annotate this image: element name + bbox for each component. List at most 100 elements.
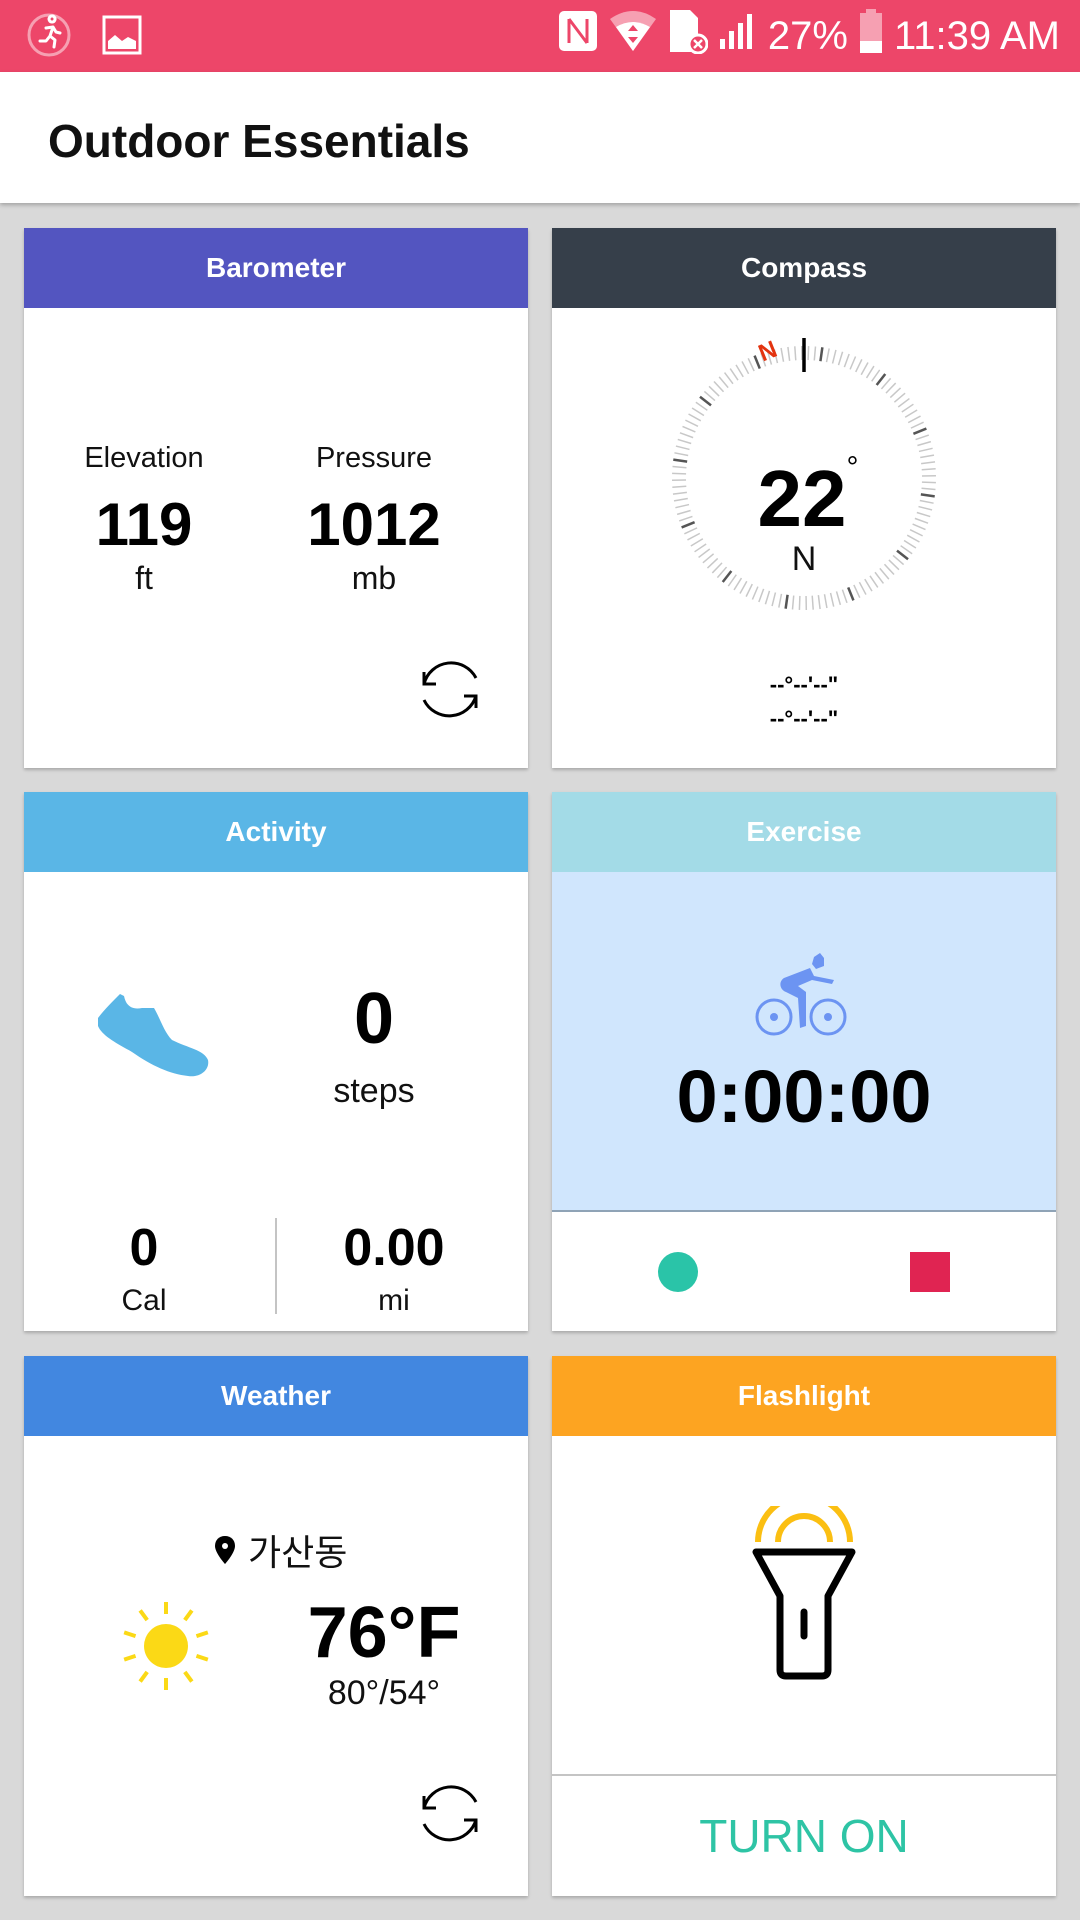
calories-unit: Cal	[121, 1284, 167, 1317]
turn-on-button[interactable]: TURN ON	[552, 1776, 1056, 1896]
compass-tick	[687, 532, 701, 541]
compass-tick	[900, 545, 913, 555]
flashlight-card[interactable]: Flashlight TURN ON	[552, 1356, 1056, 1896]
compass-tick	[858, 581, 867, 595]
refresh-icon	[422, 1785, 478, 1842]
pressure-value: 1012	[307, 491, 441, 558]
gallery-image-icon	[102, 15, 142, 60]
compass-tick	[733, 577, 743, 591]
compass-tick	[918, 505, 933, 511]
compass-tick	[675, 503, 690, 509]
running-activity-icon	[26, 12, 72, 63]
location-pin-icon	[215, 1536, 235, 1564]
compass-tick	[684, 527, 698, 535]
current-temperature: 76°F	[307, 1593, 461, 1673]
flashlight-icon	[752, 1493, 856, 1691]
barometer-refresh-button[interactable]	[418, 656, 482, 720]
weather-refresh-button[interactable]	[418, 1780, 482, 1844]
app-title: Outdoor Essentials	[48, 115, 470, 167]
weather-location[interactable]: 가산동	[214, 1524, 347, 1576]
compass-tick	[672, 465, 687, 469]
compass-tick	[718, 376, 729, 389]
battery-icon	[858, 8, 884, 64]
compass-tick	[847, 586, 855, 601]
start-button[interactable]	[658, 1252, 698, 1292]
compass-tick	[883, 563, 895, 576]
compass-tick	[739, 580, 748, 594]
compass-tick	[727, 574, 737, 587]
compass-tick	[691, 407, 705, 417]
sun-icon	[123, 1602, 209, 1690]
stop-button[interactable]	[910, 1252, 950, 1292]
sun-ray	[138, 1609, 149, 1622]
compass-tick	[679, 432, 694, 439]
compass-tick	[918, 447, 933, 453]
sun-ray	[183, 1670, 194, 1683]
latitude: --°--'--"	[769, 672, 839, 697]
compass-tick	[914, 517, 929, 524]
app-bar: Outdoor Essentials	[0, 72, 1080, 203]
sun-ray	[138, 1670, 149, 1683]
compass-tick	[912, 523, 926, 531]
compass-tick	[871, 369, 881, 382]
compass-tick	[690, 538, 704, 547]
elevation-value: 119	[95, 491, 193, 558]
compass-tick	[921, 487, 936, 491]
activity-header: Activity	[24, 792, 528, 872]
compass-tick	[764, 590, 771, 605]
compass-tick	[841, 589, 848, 604]
weather-card[interactable]: Weather 가산동 76°F 80°/54°	[24, 1356, 528, 1896]
compass-tick	[711, 562, 723, 574]
compass-tick	[892, 554, 905, 566]
compass-tick	[787, 346, 791, 361]
compass-tick	[885, 382, 897, 394]
compass-tick	[855, 359, 863, 373]
steps-unit: steps	[333, 1072, 415, 1110]
compass-card[interactable]: Compass N 22 ° N --°--'--" --°--'--"	[552, 228, 1056, 768]
weather-header: Weather	[24, 1356, 528, 1436]
shoe-icon	[92, 992, 212, 1087]
calories-value: 0	[129, 1219, 159, 1277]
compass-tick	[741, 361, 750, 375]
activity-card[interactable]: Activity 0 steps 0 Cal 0.00 mi	[24, 792, 528, 1331]
exercise-card[interactable]: Exercise 0:00:00	[552, 792, 1056, 1331]
stat-divider	[275, 1218, 277, 1314]
steps-value: 0	[353, 979, 395, 1059]
barometer-card[interactable]: Barometer Elevation 119 ft Pressure 1012…	[24, 228, 528, 768]
compass-tick	[843, 353, 850, 368]
high-low-temperature: 80°/54°	[327, 1674, 441, 1712]
distance-value: 0.00	[343, 1219, 445, 1277]
location-name: 가산동	[248, 1532, 348, 1573]
compass-tick	[874, 571, 885, 584]
compass-tick	[694, 543, 707, 553]
compass-tick	[673, 497, 688, 502]
clock: 11:39 AM	[893, 13, 1060, 58]
compass-tick	[910, 421, 924, 429]
refresh-icon	[422, 661, 478, 718]
compass-tick	[698, 548, 711, 559]
compass-tick	[721, 570, 733, 583]
compass-tick	[853, 584, 861, 598]
compass-tick	[751, 586, 759, 600]
compass-tick	[716, 566, 728, 579]
compass-direction: N	[791, 540, 817, 578]
wifi-icon	[608, 9, 658, 63]
compass-heading: 22 °	[722, 451, 882, 545]
compass-tick	[784, 594, 789, 609]
compass-tick	[829, 592, 835, 607]
sim-error-icon	[668, 8, 709, 64]
distance-unit: mi	[378, 1284, 410, 1317]
compass-tick	[672, 485, 687, 488]
compass-tick	[869, 575, 879, 588]
compass-tick	[904, 409, 918, 418]
compass-tick	[794, 346, 797, 361]
compass-tick	[864, 578, 873, 592]
compass-tick	[897, 397, 910, 408]
compass-tick	[674, 452, 689, 457]
compass-tick	[849, 356, 857, 370]
compass-tick	[813, 346, 817, 361]
compass-tick	[879, 567, 890, 580]
battery-percent: 27%	[767, 13, 848, 58]
compass-tick	[825, 348, 830, 363]
compass-tick	[903, 539, 917, 549]
